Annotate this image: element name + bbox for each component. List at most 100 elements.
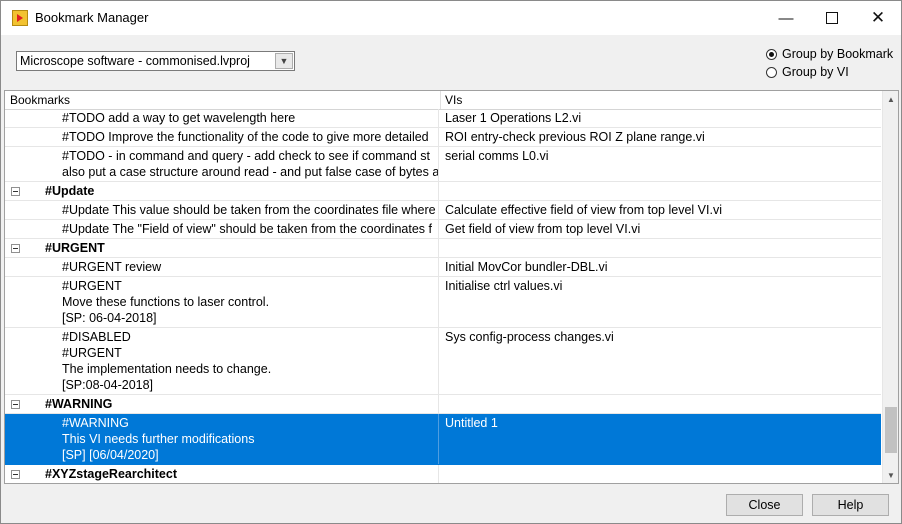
minimize-icon: — [778,9,794,27]
bookmark-text: #Update This value should be taken from … [62,203,436,217]
bookmark-row[interactable]: #WARNING This VI needs further modificati… [5,414,881,465]
bookmark-text: The implementation needs to change. [62,362,272,376]
bookmark-text: [SP: 06-04-2018] [62,311,157,325]
help-button[interactable]: Help [812,494,889,516]
bookmark-text: Move these functions to laser control. [62,295,270,309]
bookmark-cell: #Update The "Field of view" should be ta… [5,220,439,238]
project-dropdown[interactable]: Microscope software - commonised.lvproj … [16,51,295,71]
vi-name: Initial MovCor bundler-DBL.vi [445,260,608,274]
bookmark-text: #TODO Improve the functionality of the c… [62,130,429,144]
bookmark-row[interactable]: #Update This value should be taken from … [5,201,881,220]
vi-cell: serial comms L0.vi [445,147,881,181]
bookmark-cell: #Update This value should be taken from … [5,201,439,219]
bookmark-cell: #TODO add a way to get wavelength here [5,109,439,127]
bookmark-tree[interactable]: Bookmarks VIs #TODO add a way to get wav… [4,90,899,484]
bookmark-row[interactable]: #DISABLED #URGENT The implementation needs… [5,328,881,395]
chevron-down-icon[interactable]: ▼ [275,53,293,69]
column-header-bookmarks[interactable]: Bookmarks [10,93,70,107]
vi-name: Untitled 1 [445,416,498,430]
scroll-up-icon[interactable]: ▲ [883,91,898,107]
bookmark-cell: #TODO - in command and query - add check… [5,147,439,181]
bookmark-text: #URGENT review [62,260,162,274]
bookmark-row[interactable]: #URGENT Move these functions to laser con… [5,277,881,328]
group-label: #Update [45,184,95,198]
bookmark-cell: #TODO Improve the functionality of the c… [5,128,439,146]
bookmark-text: [SP:08-04-2018] [62,378,154,392]
labview-app-icon [12,10,28,26]
collapse-toggle-icon[interactable] [11,400,20,409]
close-window-button[interactable]: ✕ [855,1,901,35]
tree-header: Bookmarks VIs [5,91,881,110]
bookmark-cell: #URGENT [5,239,439,257]
bookmark-row[interactable]: #TODO - in command and query - add check… [5,147,881,182]
title-bar: Bookmark Manager — ✕ [1,1,901,35]
bookmark-cell: #WARNING [5,395,439,413]
vi-cell [445,182,881,200]
group-by-vi-radio[interactable] [766,66,777,78]
collapse-toggle-icon[interactable] [11,244,20,253]
bookmark-group-row[interactable]: #URGENT [5,239,881,258]
group-by-bookmark-option[interactable]: Group by Bookmark [766,47,893,61]
bookmark-text: #TODO add a way to get wavelength here [62,111,296,125]
bookmark-text: #WARNING [62,416,129,430]
bookmark-manager-window: Bookmark Manager — ✕ Microscope software… [0,0,902,524]
vi-cell [445,395,881,413]
bookmark-cell: #Update [5,182,439,200]
vi-cell [445,465,881,483]
column-divider[interactable] [440,91,441,109]
scroll-down-icon[interactable]: ▼ [883,467,898,483]
bookmark-text: [SP] [06/04/2020] [62,448,159,462]
project-dropdown-value: Microscope software - commonised.lvproj [20,54,250,68]
scrollbar-thumb[interactable] [885,407,897,453]
bookmark-cell: #URGENT Move these functions to laser con… [5,277,439,327]
bookmark-cell: #URGENT review [5,258,439,276]
vi-name: ROI entry-check previous ROI Z plane ran… [445,130,705,144]
vi-cell: ROI entry-check previous ROI Z plane ran… [445,128,881,146]
bookmark-text: also put a case structure around read - … [62,165,439,179]
bookmark-row[interactable]: #TODO Improve the functionality of the c… [5,128,881,147]
vi-name: Laser 1 Operations L2.vi [445,111,582,125]
column-header-vis[interactable]: VIs [445,93,462,107]
bookmark-cell: #XYZstageRearchitect [5,465,439,483]
vertical-scrollbar[interactable]: ▲ ▼ [882,91,898,483]
vi-cell: Untitled 1 [445,414,881,464]
vi-cell: Calculate effective field of view from t… [445,201,881,219]
group-by-bookmark-radio[interactable] [766,48,777,60]
vi-name: Initialise ctrl values.vi [445,279,563,293]
maximize-icon [826,12,838,24]
bookmark-row[interactable]: #TODO add a way to get wavelength here La… [5,109,881,128]
vi-cell [445,239,881,257]
group-by-vi-option[interactable]: Group by VI [766,65,849,79]
vi-name: Calculate effective field of view from t… [445,203,722,217]
bookmark-text: #Update The "Field of view" should be ta… [62,222,432,236]
bookmark-text: This VI needs further modifications [62,432,255,446]
close-button[interactable]: Close [726,494,803,516]
close-icon: ✕ [870,8,886,27]
vi-name: serial comms L0.vi [445,149,549,163]
bookmark-cell: #DISABLED #URGENT The implementation needs… [5,328,439,394]
vi-cell: Laser 1 Operations L2.vi [445,109,881,127]
bookmark-cell: #WARNING This VI needs further modificati… [5,414,439,464]
collapse-toggle-icon[interactable] [11,187,20,196]
vi-cell: Initial MovCor bundler-DBL.vi [445,258,881,276]
bookmark-group-row[interactable]: #Update [5,182,881,201]
vi-name: Get field of view from top level VI.vi [445,222,641,236]
group-by-bookmark-label: Group by Bookmark [782,47,894,61]
collapse-toggle-icon[interactable] [11,470,20,479]
bookmark-text: #URGENT [62,279,122,293]
bookmark-group-row[interactable]: #WARNING [5,395,881,414]
vi-cell: Get field of view from top level VI.vi [445,220,881,238]
bookmark-text: #URGENT [62,346,122,360]
group-by-vi-label: Group by VI [782,65,849,79]
bookmark-row[interactable]: #Update The "Field of view" should be ta… [5,220,881,239]
tree-rows: #TODO add a way to get wavelength here La… [5,109,881,483]
bookmark-group-row[interactable]: #XYZstageRearchitect [5,465,881,483]
minimize-button[interactable]: — [763,1,809,35]
vi-cell: Initialise ctrl values.vi [445,277,881,327]
bookmark-row[interactable]: #URGENT review Initial MovCor bundler-DBL… [5,258,881,277]
vi-name: Sys config-process changes.vi [445,330,614,344]
maximize-button[interactable] [809,1,855,35]
group-label: #XYZstageRearchitect [45,467,178,481]
vi-cell: Sys config-process changes.vi [445,328,881,394]
bookmark-text: #DISABLED [62,330,131,344]
